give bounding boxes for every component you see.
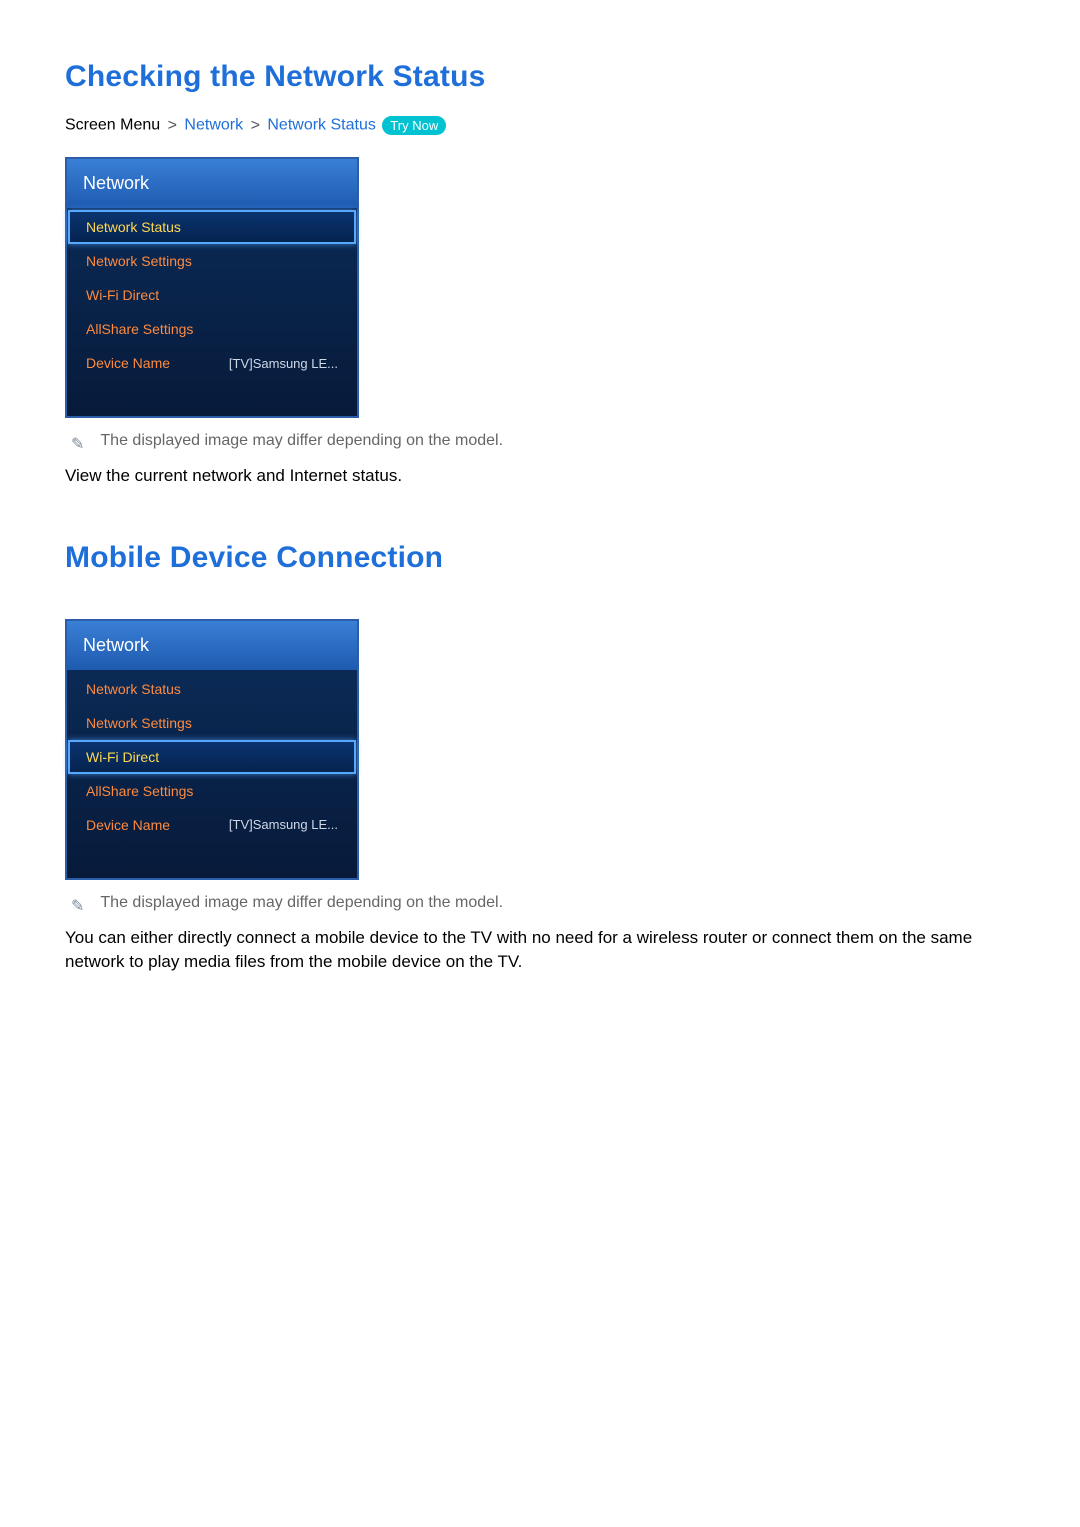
menu-item-label: Network Settings	[86, 715, 192, 731]
menu-item-label: Network Status	[86, 681, 181, 697]
menu-item-network-status-2[interactable]: Network Status	[68, 672, 356, 706]
menu-panel-1-title: Network	[67, 159, 357, 209]
note-text-1: The displayed image may differ depending…	[100, 432, 503, 450]
menu-panel-1: Network Network Status Network Settings …	[65, 157, 359, 418]
section1-body-text: View the current network and Internet st…	[65, 464, 1015, 489]
note-row-2: ✎ The displayed image may differ dependi…	[71, 894, 1015, 916]
menu-item-wifi-direct[interactable]: Wi-Fi Direct	[68, 278, 356, 312]
section2-body-text: You can either directly connect a mobile…	[65, 926, 1015, 975]
breadcrumb-link-network-status[interactable]: Network Status	[267, 117, 375, 134]
menu-item-label: Network Status	[86, 219, 181, 235]
menu-item-allshare-settings-2[interactable]: AllShare Settings	[68, 774, 356, 808]
menu-item-label: Wi-Fi Direct	[86, 287, 159, 303]
breadcrumb-sep1: >	[165, 117, 180, 134]
menu-item-network-settings-2[interactable]: Network Settings	[68, 706, 356, 740]
breadcrumb-sep2: >	[248, 117, 263, 134]
try-now-badge[interactable]: Try Now	[382, 116, 446, 135]
menu-item-label: AllShare Settings	[86, 783, 193, 799]
menu-item-value: [TV]Samsung LE...	[229, 356, 338, 371]
section1-heading: Checking the Network Status	[65, 60, 1015, 94]
note-text-2: The displayed image may differ depending…	[100, 894, 503, 912]
menu-item-label: Wi-Fi Direct	[86, 749, 159, 765]
menu-item-label: Device Name	[86, 355, 170, 371]
menu-item-allshare-settings[interactable]: AllShare Settings	[68, 312, 356, 346]
breadcrumb-link-network[interactable]: Network	[184, 117, 243, 134]
menu-item-wifi-direct-2[interactable]: Wi-Fi Direct	[68, 740, 356, 774]
note-row-1: ✎ The displayed image may differ dependi…	[71, 432, 1015, 454]
menu-panel-2-body: Network Status Network Settings Wi-Fi Di…	[67, 671, 357, 878]
menu-item-device-name[interactable]: Device Name [TV]Samsung LE...	[68, 346, 356, 380]
breadcrumb: Screen Menu > Network > Network Status T…	[65, 116, 1015, 135]
breadcrumb-prefix: Screen Menu	[65, 117, 160, 134]
pencil-icon: ✎	[71, 434, 84, 454]
menu-panel-2: Network Network Status Network Settings …	[65, 619, 359, 880]
menu-item-value: [TV]Samsung LE...	[229, 817, 338, 832]
menu-item-network-settings[interactable]: Network Settings	[68, 244, 356, 278]
menu-item-device-name-2[interactable]: Device Name [TV]Samsung LE...	[68, 808, 356, 842]
menu-panel-2-title: Network	[67, 621, 357, 671]
menu-item-label: AllShare Settings	[86, 321, 193, 337]
menu-item-network-status[interactable]: Network Status	[68, 210, 356, 244]
menu-panel-1-body: Network Status Network Settings Wi-Fi Di…	[67, 209, 357, 416]
menu-item-label: Network Settings	[86, 253, 192, 269]
section2-heading: Mobile Device Connection	[65, 541, 1015, 575]
pencil-icon: ✎	[71, 896, 84, 916]
menu-item-label: Device Name	[86, 817, 170, 833]
